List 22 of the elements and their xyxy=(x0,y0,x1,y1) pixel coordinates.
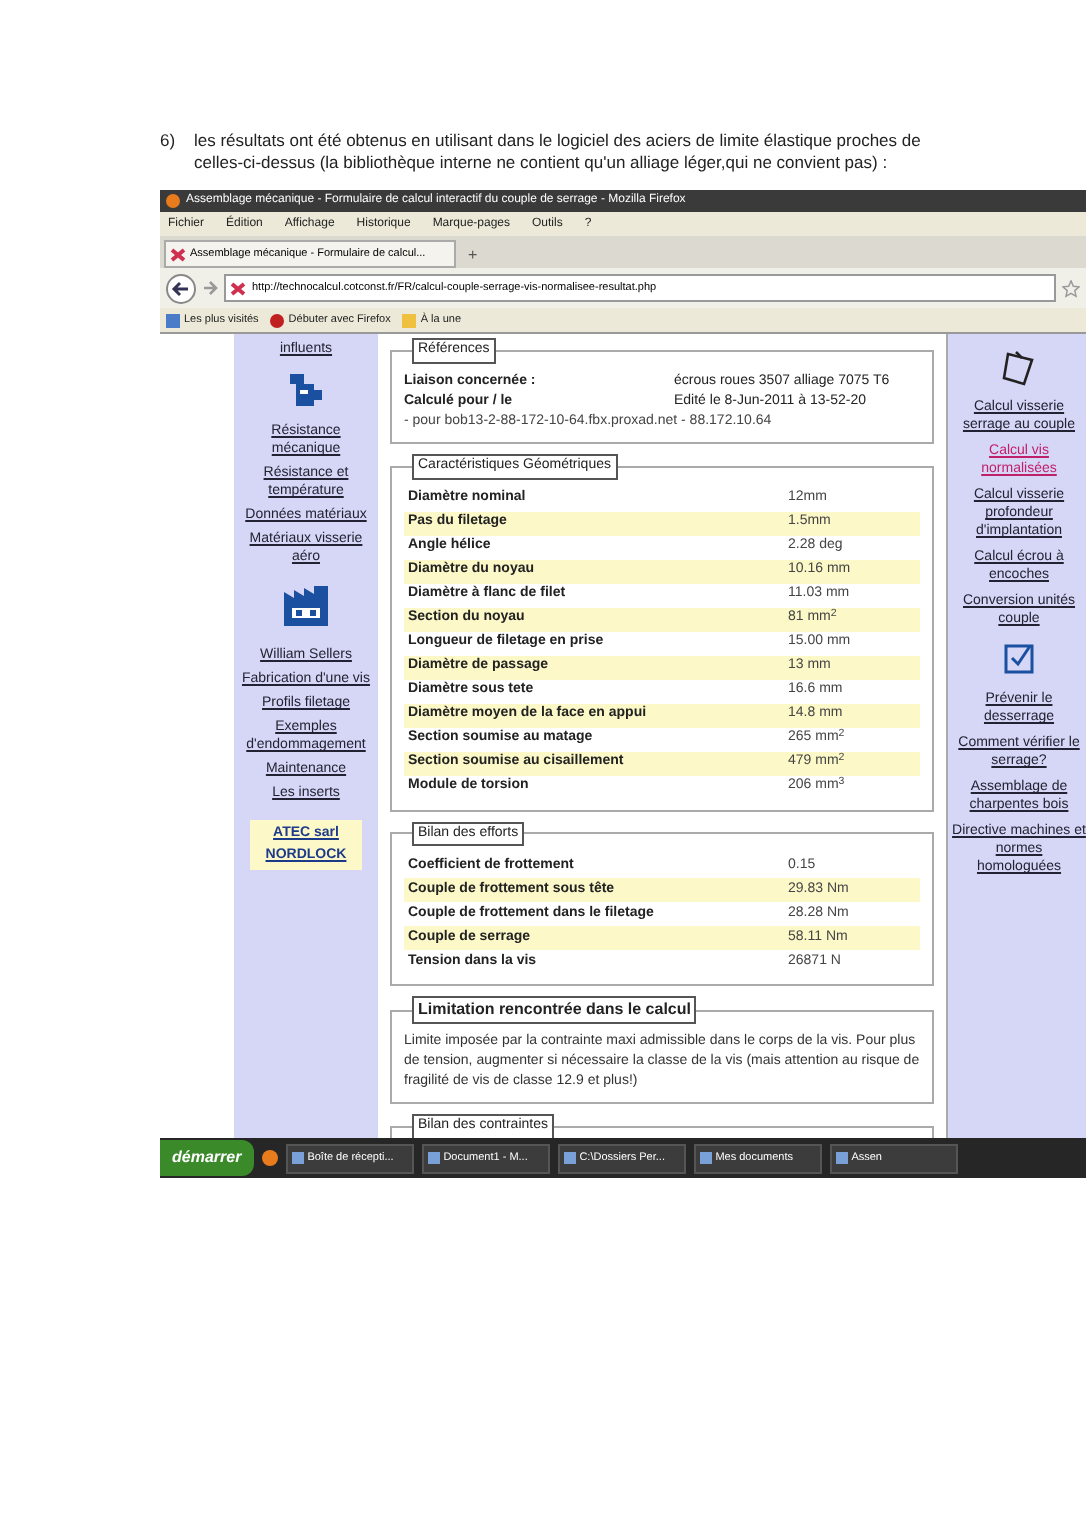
window-icon xyxy=(291,1152,304,1164)
site-icon xyxy=(230,281,246,295)
window-icon xyxy=(699,1152,712,1164)
start-button[interactable]: démarrer xyxy=(160,1140,254,1176)
checkbox-icon xyxy=(1004,644,1034,674)
browser-icon[interactable] xyxy=(261,1150,278,1166)
site-icon xyxy=(170,247,186,261)
section-title: Limitation rencontrée dans le calcul xyxy=(412,996,697,1024)
list-number: 6) xyxy=(160,130,178,154)
back-icon[interactable] xyxy=(166,273,196,303)
star-icon[interactable] xyxy=(1062,279,1080,297)
factory-icon xyxy=(280,584,332,628)
bookmark-icon xyxy=(270,313,285,327)
intro-paragraph: les résultats ont été obtenus en utilisant dans le logiciel des aciers de limite élastique proches de celles-ci-dessus (la bibliothèque interne ne contient qu'un alliage léger,qui ne convient pas) : xyxy=(194,130,923,174)
bookmark-icon xyxy=(402,313,417,327)
window-icon xyxy=(563,1152,576,1164)
browser-icon xyxy=(166,194,180,208)
bookmark-icon xyxy=(166,313,180,327)
machine-icon xyxy=(288,370,324,410)
new-tab-button[interactable]: + xyxy=(460,244,486,268)
window-icon xyxy=(835,1152,848,1164)
window-icon xyxy=(427,1152,440,1164)
